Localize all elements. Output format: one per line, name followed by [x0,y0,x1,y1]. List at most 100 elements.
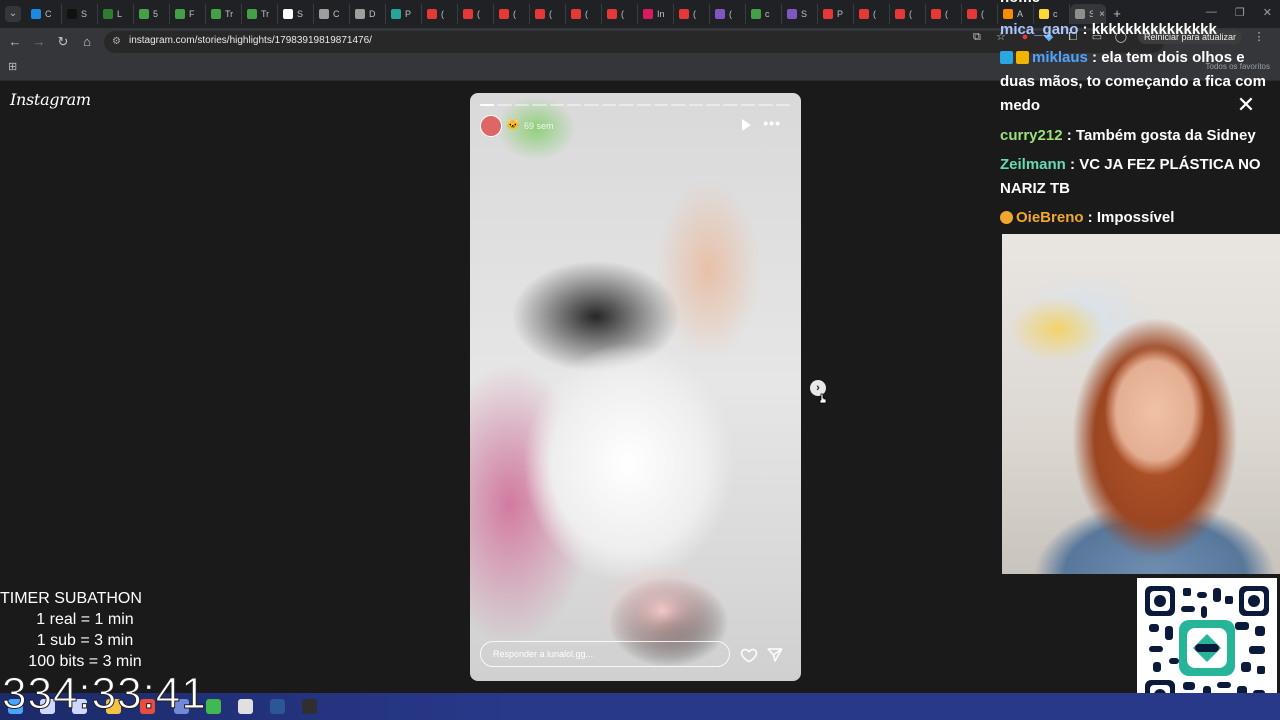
taskbar-obs-icon[interactable] [302,699,317,714]
subathon-panel: TIMER SUBATHON 1 real = 1 min 1 sub = 3 … [0,588,170,672]
tab-favicon-icon [463,9,473,19]
story-progress-segment [497,104,512,106]
tab-favicon-icon [643,9,653,19]
tab-favicon-icon [355,9,365,19]
site-info-icon[interactable]: ⚙ [112,36,124,48]
taskbar-word-icon[interactable] [270,699,285,714]
browser-tab[interactable]: c [746,4,782,24]
browser-tab[interactable]: ( [926,4,962,24]
chat-username[interactable]: mica_gano [1000,21,1078,38]
browser-tab[interactable]: P [818,4,854,24]
story-progress-segment [636,104,651,106]
url-text[interactable]: instagram.com/stories/highlights/1798391… [129,35,372,46]
tab-favicon-icon [211,9,221,19]
chat-badge-icon [1000,51,1013,64]
browser-tab[interactable]: F [170,4,206,24]
story-progress-segment [584,104,599,106]
webcam-feed [1002,234,1280,574]
tab-label: F [189,9,195,19]
install-icon[interactable]: ⧉ [970,30,984,44]
tab-label: Tr [225,9,234,19]
play-icon[interactable] [742,119,751,131]
tab-search-icon[interactable]: ⌄ [5,6,21,22]
browser-tab[interactable]: D [350,4,386,24]
apps-grid-icon[interactable]: ⊞ [8,61,20,73]
tab-strip: C S L 5 F Tr Tr S C D P((((((In((c S P((((Ac S × + [26,4,1128,24]
story-progress-segment [514,104,530,106]
browser-tab[interactable]: S [278,4,314,24]
story-avatar[interactable] [480,115,502,137]
story-progress-segment [619,104,634,106]
tab-label: ( [693,9,696,19]
chat-message: miklaus : ela tem dois olhos e duas mãos… [1000,46,1274,118]
browser-tab[interactable]: ( [494,4,530,24]
browser-tab[interactable]: In [638,4,674,24]
tab-favicon-icon [571,9,581,19]
browser-tab[interactable]: ( [854,4,890,24]
browser-tab[interactable]: C [314,4,350,24]
tab-label: ( [729,9,732,19]
close-icon[interactable]: ✕ [1236,94,1256,116]
story-progress-segment [671,104,686,106]
taskbar-xbox-icon[interactable] [206,699,221,714]
chat-message: mica_gano : kkkkkkkkkkkkkkk [1000,18,1274,42]
tab-favicon-icon [283,9,293,19]
tab-favicon-icon [31,9,41,19]
tab-favicon-icon [931,9,941,19]
browser-tab[interactable]: ( [422,4,458,24]
browser-tab[interactable]: ( [710,4,746,24]
bits-badge-icon [1000,211,1013,224]
tab-label: ( [549,9,552,19]
story-progress-segment [758,104,773,106]
taskbar-security-icon[interactable] [238,699,253,714]
heart-icon[interactable] [740,646,758,664]
browser-tab[interactable]: L [98,4,134,24]
tab-label: P [837,9,844,19]
tab-label: ( [945,9,948,19]
tab-label: ( [441,9,444,19]
tab-label: ( [873,9,876,19]
tab-label: L [117,9,123,19]
tab-label: In [657,9,665,19]
instagram-logo[interactable]: Instagram [10,90,91,109]
browser-tab[interactable]: ( [962,4,998,24]
story-progress-segment [688,104,704,106]
chat-message: home [1000,0,1274,10]
chat-username[interactable]: curry212 [1000,127,1063,144]
browser-tab[interactable]: ( [530,4,566,24]
chat-username[interactable]: miklaus [1032,49,1088,66]
home-icon[interactable]: ⌂ [79,34,95,50]
browser-tab[interactable]: ( [458,4,494,24]
tab-label: S [801,9,808,19]
story-progress-segment [706,104,721,106]
browser-tab[interactable]: ( [602,4,638,24]
more-options-icon[interactable]: ••• [763,115,781,131]
send-icon[interactable] [766,646,784,664]
browser-tab[interactable]: ( [566,4,602,24]
tab-favicon-icon [751,9,761,19]
tab-label: S [297,9,304,19]
forward-icon[interactable]: → [31,34,47,50]
browser-tab[interactable]: ( [674,4,710,24]
tab-label: ( [477,9,480,19]
browser-tab[interactable]: S [62,4,98,24]
tab-favicon-icon [319,9,329,19]
browser-tab[interactable]: ( [890,4,926,24]
chat-username[interactable]: Zeilmann [1000,156,1066,173]
qr-code-pattern [1145,586,1269,710]
browser-tab[interactable]: Tr [206,4,242,24]
browser-tab[interactable]: P [386,4,422,24]
browser-tab[interactable]: C [26,4,62,24]
browser-tab[interactable]: S [782,4,818,24]
browser-tab[interactable]: Tr [242,4,278,24]
story-progress-segment [601,104,617,106]
story-viewer[interactable]: 🐱 69 sem ••• Responder a lunalol.gg... [470,93,801,681]
story-progress-segment [775,104,791,106]
chat-username[interactable]: OieBreno [1016,209,1084,226]
browser-tab[interactable]: 5 [134,4,170,24]
reload-icon[interactable]: ↻ [55,34,71,50]
reply-input[interactable]: Responder a lunalol.gg... [480,641,730,667]
subathon-rule: 1 real = 1 min [36,611,134,628]
chat-username[interactable]: home [1000,0,1040,6]
back-icon[interactable]: ← [7,34,23,50]
